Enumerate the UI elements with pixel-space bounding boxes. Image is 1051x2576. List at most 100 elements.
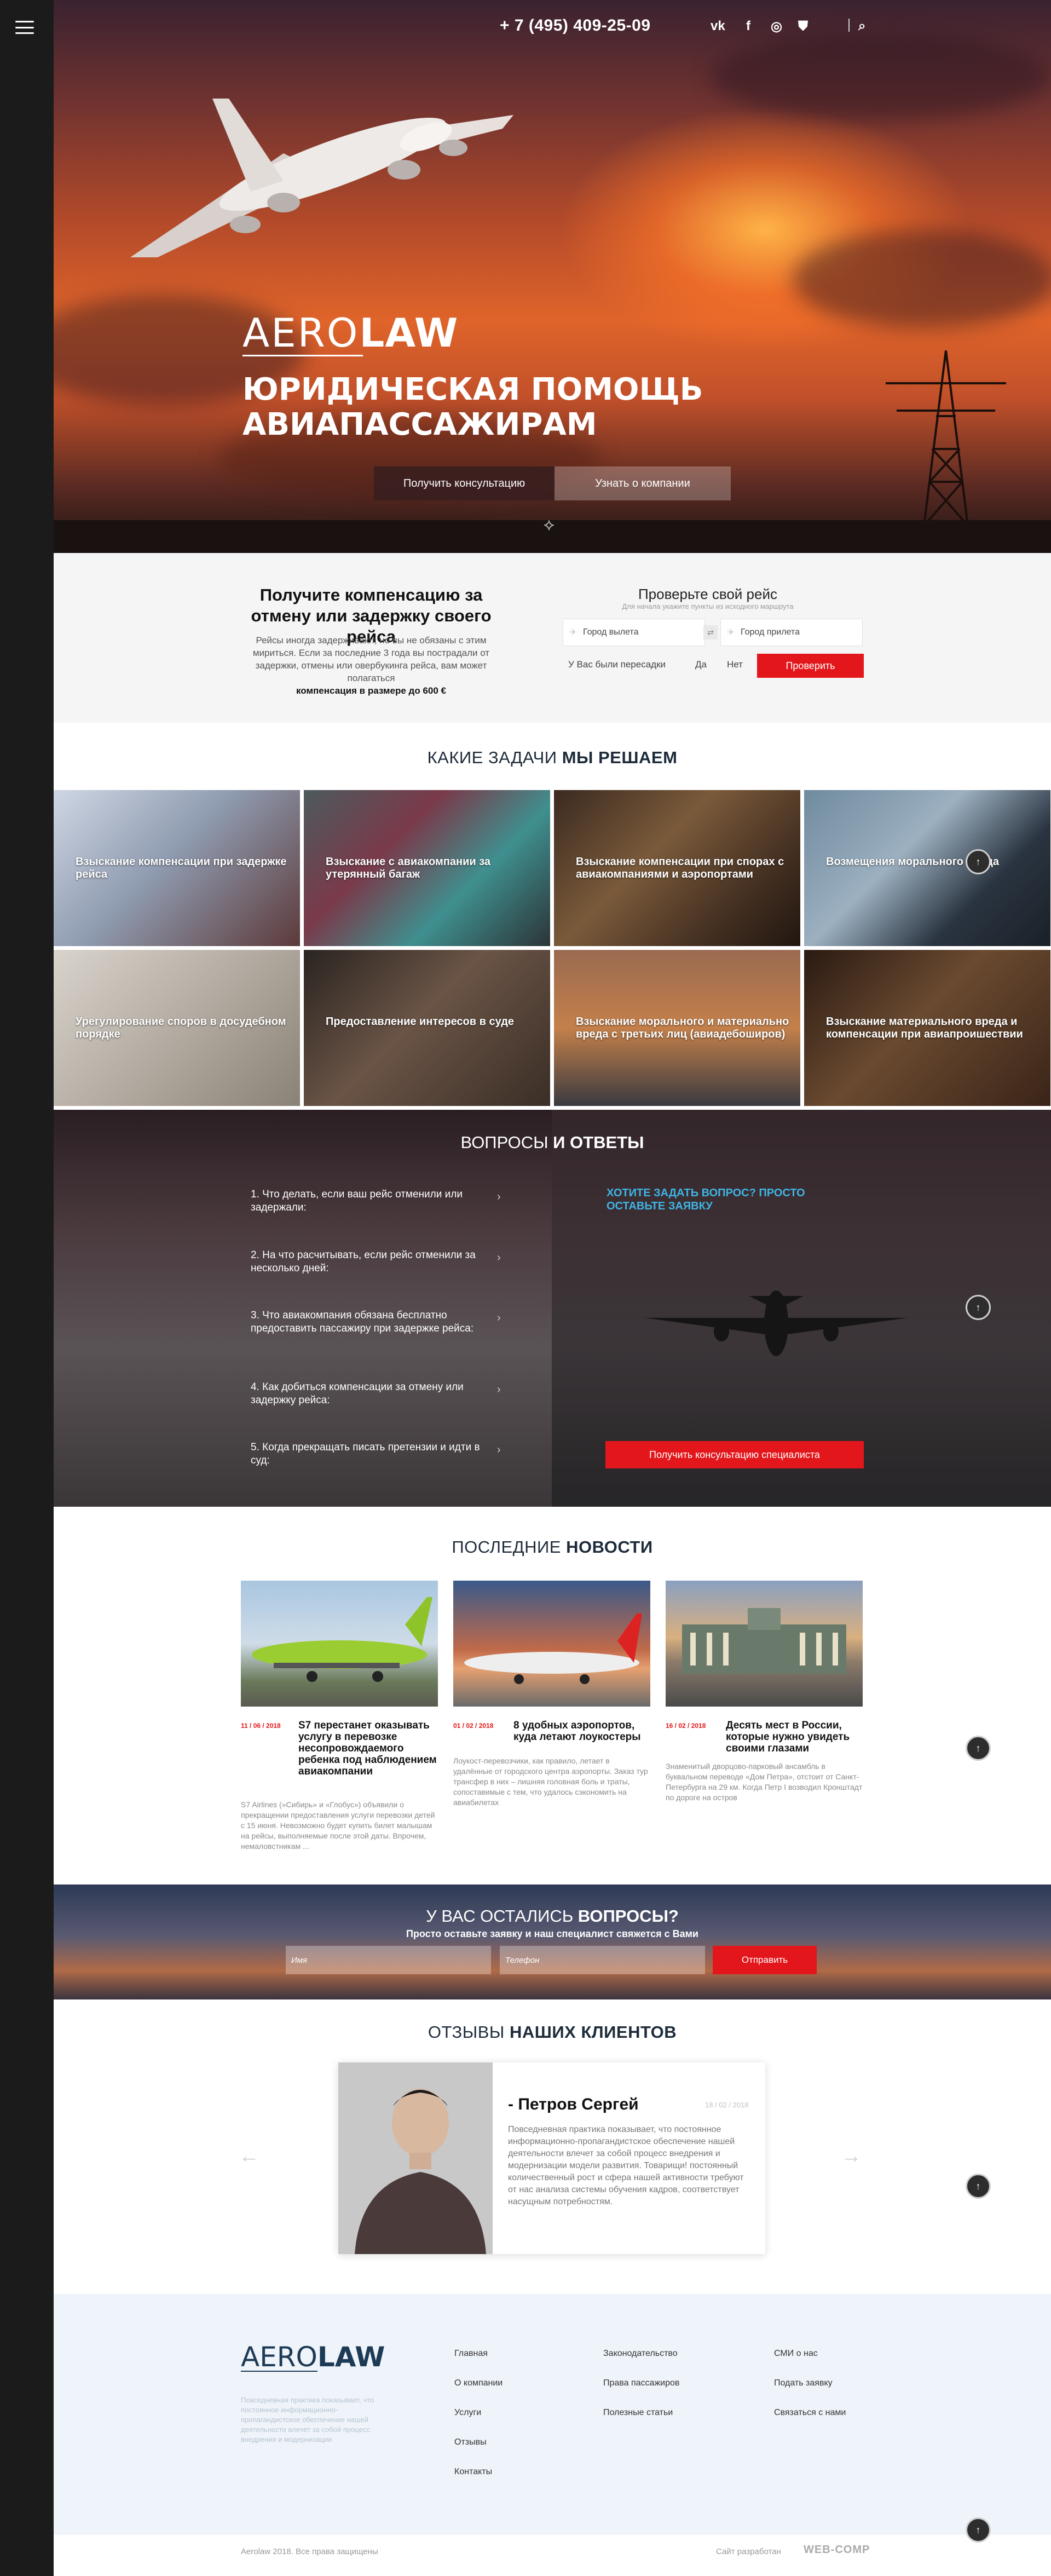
- check-flight-button[interactable]: Проверить: [757, 654, 864, 678]
- chevron-right-icon: ›: [497, 1312, 501, 1324]
- top-bar: + 7 (495) 409-25-09 vk f ◎ ⛊ ⌕: [54, 16, 1051, 38]
- menu-icon[interactable]: [15, 21, 34, 34]
- airplane-illustration: [130, 99, 513, 257]
- faq-question[interactable]: 3. Что авиакомпания обязана бесплатно пр…: [251, 1309, 501, 1335]
- footer-link[interactable]: Услуги: [454, 2408, 481, 2418]
- get-consultation-button[interactable]: Получить консультацию: [374, 466, 555, 500]
- chevron-right-icon: ›: [497, 1444, 501, 1456]
- news-headline[interactable]: 8 удобных аэропортов, куда летают лоукос…: [513, 1720, 650, 1743]
- news-excerpt: Знаменитый дворцово-парковый ансамбль в …: [666, 1762, 863, 1802]
- main-content: + 7 (495) 409-25-09 vk f ◎ ⛊ ⌕ AEROLAW Ю…: [54, 0, 1051, 2576]
- footer-link[interactable]: О компании: [454, 2378, 503, 2388]
- specialist-consultation-button[interactable]: Получить консультацию специалиста: [605, 1441, 864, 1468]
- footer-link[interactable]: Законодательство: [603, 2349, 678, 2359]
- footer-link[interactable]: СМИ о нас: [774, 2349, 818, 2359]
- footer-link[interactable]: Права пассажиров: [603, 2378, 679, 2388]
- copyright-bar: Aerolaw 2018. Все права защищены Сайт ра…: [54, 2535, 1051, 2576]
- faq-question[interactable]: 5. Когда прекращать писать претензии и и…: [251, 1441, 501, 1467]
- hero-title: ЮРИДИЧЕСКАЯ ПОМОЩЬ АВИАПАССАЖИРАМ: [242, 372, 703, 442]
- news-section: ПОСЛЕДНИЕ НОВОСТИ 11 / 06 / 2018 S7 пере…: [54, 1507, 1051, 1885]
- send-button[interactable]: Отправить: [713, 1946, 817, 1974]
- phone-input[interactable]: Телефон: [500, 1946, 705, 1974]
- news-headline[interactable]: S7 перестанет оказывать услугу в перевоз…: [298, 1720, 438, 1777]
- news-date: 01 / 02 / 2018: [453, 1722, 494, 1730]
- news-headline[interactable]: Десять мест в России, которые нужно увид…: [726, 1720, 863, 1754]
- scroll-up-icon[interactable]: ↑: [966, 1736, 991, 1761]
- reviews-section: ОТЗЫВЫ НАШИХ КЛИЕНТОВ ← - Петров Сергей …: [54, 1999, 1051, 2294]
- swap-icon[interactable]: ⇄: [703, 625, 718, 639]
- hero-cloud: [793, 230, 1051, 329]
- logo-underline: [242, 355, 363, 356]
- departure-city-input[interactable]: ✈ Город вылета: [563, 619, 705, 646]
- plane-landing-icon: ✈: [727, 628, 735, 637]
- news-date: 16 / 02 / 2018: [666, 1722, 706, 1730]
- footer-link[interactable]: Контакты: [454, 2467, 492, 2477]
- chevron-right-icon: ›: [497, 1191, 501, 1203]
- palace-illustration: [682, 1608, 846, 1674]
- phone-link[interactable]: + 7 (495) 409-25-09: [500, 16, 651, 35]
- review-card: - Петров Сергей 18 / 02 / 2018 Повседнев…: [338, 2062, 765, 2254]
- avatar: [338, 2062, 493, 2254]
- hero-cloud: [711, 33, 1050, 120]
- task-tile[interactable]: Предоставление интересов в суде: [304, 950, 550, 1106]
- about-company-button[interactable]: Узнать о компании: [555, 466, 731, 500]
- arrow-left-icon[interactable]: ←: [239, 2145, 259, 2168]
- tasks-title: КАКИЕ ЗАДАЧИ МЫ РЕШАЕМ: [427, 748, 678, 767]
- vk-icon[interactable]: vk: [711, 19, 725, 34]
- faq-question[interactable]: 1. Что делать, если ваш рейс отменили ил…: [251, 1188, 501, 1214]
- footer-link[interactable]: Отзывы: [454, 2437, 487, 2447]
- airplane-illustration: [252, 1597, 432, 1682]
- faq-title: ВОПРОСЫ И ОТВЕТЫ: [460, 1133, 644, 1152]
- news-card: 11 / 06 / 2018 S7 перестанет оказывать у…: [241, 1581, 438, 1851]
- faq-question[interactable]: 4. Как добиться компенсации за отмену ил…: [251, 1381, 501, 1407]
- news-image[interactable]: [666, 1581, 863, 1707]
- scroll-up-icon[interactable]: ↑: [966, 1295, 991, 1320]
- shield-icon[interactable]: ⛊: [798, 19, 808, 34]
- task-tile[interactable]: Взыскание компенсации при задержке рейса: [54, 790, 300, 946]
- footer-link[interactable]: Связаться с нами: [774, 2408, 846, 2418]
- reviewer-name: - Петров Сергей: [508, 2095, 639, 2113]
- scroll-up-icon[interactable]: ↑: [966, 2174, 991, 2199]
- task-tile[interactable]: Возмещения морального вреда: [804, 790, 1050, 946]
- instagram-icon[interactable]: ◎: [771, 19, 782, 34]
- news-excerpt: S7 Airlines (»Сибирь» и «Глобус») объяви…: [241, 1800, 435, 1851]
- transfers-label: У Вас были пересадки: [568, 659, 666, 670]
- news-image[interactable]: [241, 1581, 438, 1707]
- transfers-no-option[interactable]: Нет: [727, 659, 743, 670]
- developer-logo[interactable]: WEB-COMP: [804, 2544, 870, 2556]
- task-tile[interactable]: Взыскание компенсации при спорах с авиак…: [554, 790, 800, 946]
- chevron-right-icon: ›: [497, 1384, 501, 1396]
- arrival-city-input[interactable]: ✈ Город прилета: [720, 619, 863, 646]
- airplane-illustration: [464, 1613, 642, 1684]
- task-tile[interactable]: Взыскание морального и материально вреда…: [554, 950, 800, 1106]
- faq-question[interactable]: 2. На что расчитывать, если рейс отменил…: [251, 1249, 501, 1275]
- sidebar: [0, 0, 54, 2576]
- news-image[interactable]: [453, 1581, 650, 1707]
- transfers-yes-option[interactable]: Да: [695, 659, 707, 670]
- footer-link[interactable]: Полезные статьи: [603, 2408, 673, 2418]
- scroll-down-icon[interactable]: ⟡: [544, 516, 555, 534]
- footer-logo[interactable]: AEROLAW: [241, 2341, 385, 2373]
- question-subtitle: Просто оставьте заявку и наш специалист …: [406, 1928, 698, 1939]
- arrow-right-icon[interactable]: →: [841, 2145, 862, 2168]
- task-tile[interactable]: Взыскание с авиакомпании за утерянный ба…: [304, 790, 550, 946]
- task-tile[interactable]: Урегулирование споров в досудебном поряд…: [54, 950, 300, 1106]
- news-card: 01 / 02 / 2018 8 удобных аэропортов, куд…: [453, 1581, 650, 1807]
- person-photo: [338, 2062, 493, 2254]
- search-icon[interactable]: ⌕: [858, 19, 865, 34]
- footer-link[interactable]: Главная: [454, 2349, 488, 2359]
- footer: AEROLAW Повседневная практика показывает…: [54, 2294, 1051, 2543]
- check-flight-section: Получите компенсацию за отмену или задер…: [54, 553, 1051, 723]
- form-hint: Для начала укажите пункты из исходного м…: [622, 602, 794, 610]
- scroll-up-icon[interactable]: ↑: [966, 2517, 991, 2543]
- question-title: У ВАС ОСТАЛИСЬ ВОПРОСЫ?: [426, 1906, 679, 1926]
- copyright-text: Aerolaw 2018. Все права защищены: [241, 2547, 378, 2556]
- ask-question-label: ХОТИТЕ ЗАДАТЬ ВОПРОС? ПРОСТО ОСТАВЬТЕ ЗА…: [607, 1187, 805, 1212]
- task-tile[interactable]: Взыскание материального вреда и компенса…: [804, 950, 1050, 1106]
- facebook-icon[interactable]: f: [746, 19, 750, 34]
- review-date: 18 / 02 / 2018: [705, 2101, 749, 2109]
- footer-link[interactable]: Подать заявку: [774, 2378, 833, 2388]
- name-input[interactable]: Имя: [286, 1946, 491, 1974]
- logo-underline: [241, 2371, 317, 2372]
- scroll-up-icon[interactable]: ↑: [966, 849, 991, 874]
